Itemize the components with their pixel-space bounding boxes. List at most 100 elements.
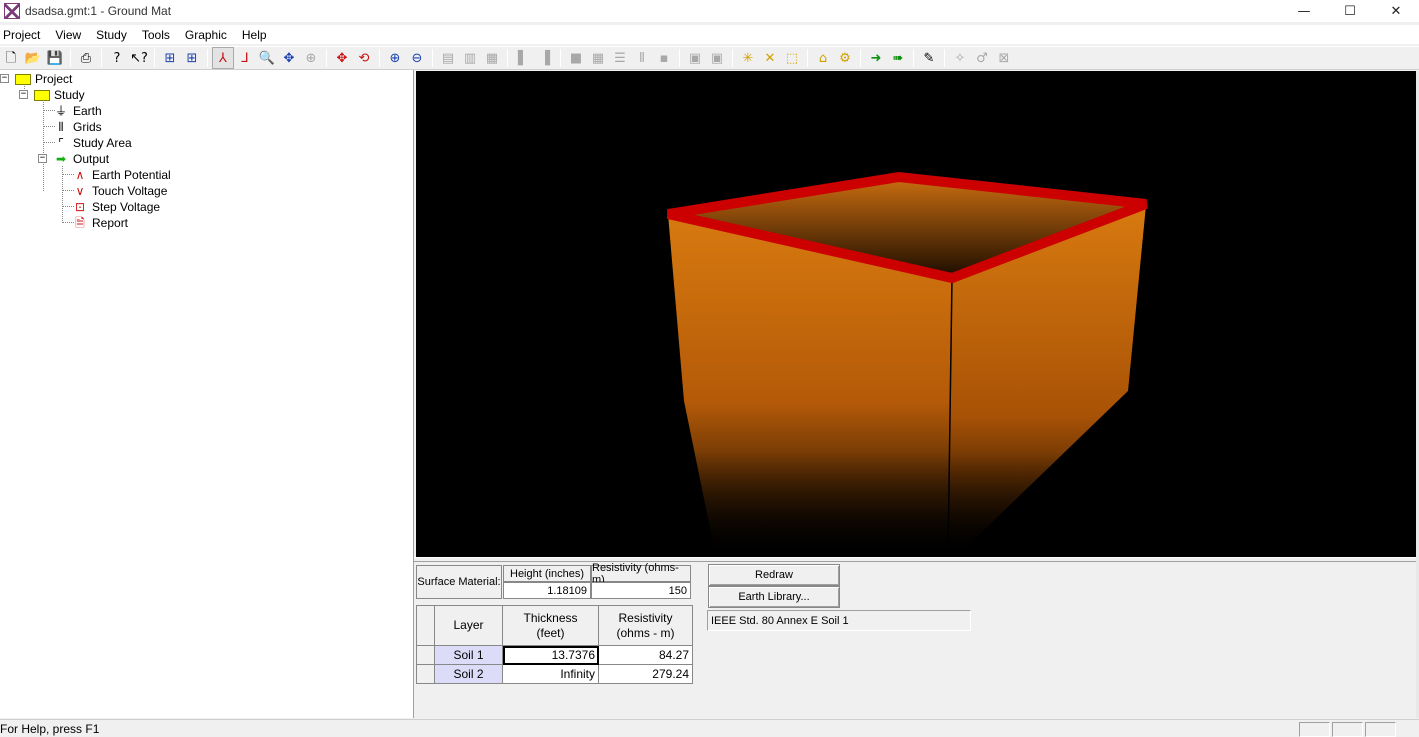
folder-icon bbox=[34, 89, 50, 101]
tree-label-study: Study bbox=[54, 88, 85, 102]
pan-icon[interactable]: ✥ bbox=[278, 47, 300, 69]
soil-2-resistivity-cell[interactable]: 279.24 bbox=[599, 665, 693, 684]
tree-item-project[interactable]: Project bbox=[15, 71, 72, 87]
print-icon[interactable]: ⎙ bbox=[75, 47, 97, 69]
toolbar-separator bbox=[732, 49, 733, 67]
axis-rotate-icon[interactable]: ⅃ bbox=[234, 47, 256, 69]
tree-item-grids[interactable]: ⦀ Grids bbox=[53, 119, 101, 135]
tree-label-study-area: Study Area bbox=[73, 136, 132, 150]
rotate-icon[interactable]: ⟲ bbox=[353, 47, 375, 69]
status-pane bbox=[1332, 722, 1363, 737]
tree-item-study[interactable]: Study bbox=[34, 87, 85, 103]
toolbar-separator bbox=[207, 49, 208, 67]
export-icon[interactable]: ⊠ bbox=[993, 47, 1015, 69]
zoom-in-icon[interactable]: ⊕ bbox=[384, 47, 406, 69]
toolbar-separator bbox=[860, 49, 861, 67]
maximize-icon[interactable]: ☐ bbox=[1327, 0, 1373, 22]
study-area-icon: ⌜ bbox=[58, 136, 64, 150]
zoom-icon[interactable]: 🔍 bbox=[256, 47, 278, 69]
fill-icon[interactable]: ■ bbox=[565, 47, 587, 69]
row-header-soil-1[interactable]: Soil 1 bbox=[435, 646, 503, 665]
tree-item-study-area[interactable]: ⌜ Study Area bbox=[53, 135, 132, 151]
row-marker bbox=[417, 665, 435, 684]
context-help-icon[interactable]: ↖? bbox=[128, 47, 150, 69]
tree-item-touch-voltage[interactable]: ∨ Touch Voltage bbox=[72, 183, 168, 199]
add-node-icon[interactable]: ✳ bbox=[737, 47, 759, 69]
toolbar-separator bbox=[101, 49, 102, 67]
rows-icon[interactable]: ☰ bbox=[609, 47, 631, 69]
soil-1-thickness-cell[interactable]: 13.7376 bbox=[503, 646, 599, 665]
tree-item-step-voltage[interactable]: ⊡ Step Voltage bbox=[72, 199, 160, 215]
collapse-project-icon[interactable]: − bbox=[0, 74, 9, 83]
collapse-output-icon[interactable]: − bbox=[38, 154, 47, 163]
grid-layout-icon[interactable]: ⊞ bbox=[181, 47, 203, 69]
status-pane bbox=[1365, 722, 1396, 737]
build-grid-icon[interactable]: ⌂ bbox=[812, 47, 834, 69]
column-right-icon[interactable]: ▐ bbox=[534, 47, 556, 69]
delete-node-icon[interactable]: ✕ bbox=[759, 47, 781, 69]
title-bar: dsadsa.gmt:1 - Ground Mat — ☐ ✕ bbox=[0, 0, 1419, 22]
close-icon[interactable]: ✕ bbox=[1373, 0, 1419, 22]
earth-3d-view[interactable] bbox=[416, 71, 1416, 558]
save-icon[interactable]: 💾 bbox=[44, 47, 66, 69]
view-2b-icon[interactable]: ▣ bbox=[684, 47, 706, 69]
earth-library-button[interactable]: Earth Library... bbox=[708, 586, 840, 608]
axis-3d-icon[interactable]: ⅄ bbox=[212, 47, 234, 69]
minimize-icon[interactable]: — bbox=[1281, 0, 1327, 22]
zoom-out-icon[interactable]: ⊖ bbox=[406, 47, 428, 69]
new-file-icon[interactable]: 🗋 bbox=[0, 47, 22, 69]
redraw-button[interactable]: Redraw bbox=[708, 564, 840, 586]
view-3b-icon[interactable]: ▣ bbox=[706, 47, 728, 69]
soil-block-drawing bbox=[666, 171, 1156, 558]
menu-bar: Project View Study Tools Graphic Help bbox=[0, 25, 1419, 44]
help-icon[interactable]: ? bbox=[106, 47, 128, 69]
run-all-icon[interactable]: ➠ bbox=[887, 47, 909, 69]
wand-icon[interactable]: ✧ bbox=[949, 47, 971, 69]
resistivity-header-line2: (ohms - m) bbox=[616, 625, 675, 640]
tree-item-report[interactable]: 🗎 Report bbox=[72, 215, 128, 231]
menu-view[interactable]: View bbox=[54, 28, 82, 42]
tree-label-project: Project bbox=[35, 72, 73, 86]
surface-material-label: Surface Material: bbox=[416, 565, 502, 599]
menu-tools[interactable]: Tools bbox=[141, 28, 171, 42]
tree-item-output[interactable]: ➡ Output bbox=[53, 151, 109, 167]
surface-resistivity-field[interactable]: 150 bbox=[591, 582, 691, 599]
toolbar-separator bbox=[913, 49, 914, 67]
status-bar: For Help, press F1 bbox=[0, 719, 1419, 737]
fit-view-icon[interactable]: ⊕ bbox=[300, 47, 322, 69]
probe-icon[interactable]: ♂ bbox=[971, 47, 993, 69]
align-bottom-icon[interactable]: ▦ bbox=[481, 47, 503, 69]
menu-graphic[interactable]: Graphic bbox=[184, 28, 228, 42]
tree-item-earth[interactable]: ⏚ Earth bbox=[53, 103, 102, 119]
block-icon[interactable]: ▪ bbox=[653, 47, 675, 69]
tree-item-earth-potential[interactable]: ∧ Earth Potential bbox=[72, 167, 171, 183]
menu-project[interactable]: Project bbox=[2, 28, 41, 42]
columns-icon[interactable]: ⦀ bbox=[631, 47, 653, 69]
col-header-thickness: Thickness (feet) bbox=[503, 606, 599, 646]
move-icon[interactable]: ✥ bbox=[331, 47, 353, 69]
soil-layer-table: Layer Thickness (feet) Resistivity (ohms… bbox=[416, 605, 693, 684]
grid-view-icon[interactable]: ⊞ bbox=[159, 47, 181, 69]
align-top-icon[interactable]: ▤ bbox=[437, 47, 459, 69]
calculate-icon[interactable]: ✎ bbox=[918, 47, 940, 69]
collapse-study-icon[interactable]: − bbox=[19, 90, 28, 99]
align-middle-icon[interactable]: ▥ bbox=[459, 47, 481, 69]
table-icon[interactable]: ▦ bbox=[587, 47, 609, 69]
surface-height-field[interactable]: 1.18109 bbox=[503, 582, 591, 599]
row-header-soil-2[interactable]: Soil 2 bbox=[435, 665, 503, 684]
solve-icon[interactable]: ⚙ bbox=[834, 47, 856, 69]
earth-ground-icon: ⏚ bbox=[54, 104, 67, 118]
soil-2-thickness-cell[interactable]: Infinity bbox=[503, 665, 599, 684]
menu-study[interactable]: Study bbox=[95, 28, 128, 42]
green-arrow-icon: ➡ bbox=[55, 152, 67, 166]
row-marker bbox=[417, 646, 435, 665]
surface-height-header: Height (inches) bbox=[503, 565, 591, 582]
soil-1-resistivity-cell[interactable]: 84.27 bbox=[599, 646, 693, 665]
edit-node-icon[interactable]: ⬚ bbox=[781, 47, 803, 69]
menu-help[interactable]: Help bbox=[241, 28, 268, 42]
thickness-header-line2: (feet) bbox=[536, 625, 565, 640]
column-left-icon[interactable]: ▌ bbox=[512, 47, 534, 69]
table-corner bbox=[417, 606, 435, 646]
open-folder-icon[interactable]: 📂 bbox=[22, 47, 44, 69]
run-icon[interactable]: ➜ bbox=[865, 47, 887, 69]
